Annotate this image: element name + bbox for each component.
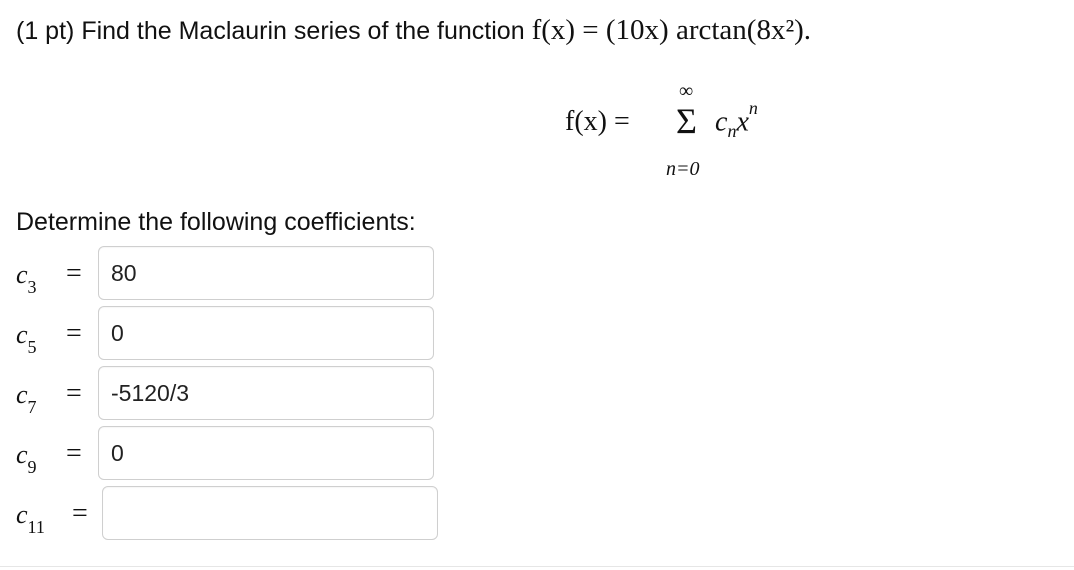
coefficient-label: c9 [16, 440, 37, 478]
summation-symbol: Σ [676, 101, 697, 141]
maclaurin-series-formula: f(x) = ∞ Σ cnxn n=0 [565, 78, 805, 188]
coefficient-row-c5: c5 = [16, 306, 456, 362]
coefficient-input-c3[interactable] [98, 246, 434, 300]
coefficient-label: c11 [16, 500, 45, 538]
coefficient-label: c7 [16, 380, 37, 418]
equals-sign: = [66, 318, 82, 349]
series-term: cnxn [715, 98, 758, 142]
coefficient-row-c11: c11 = [16, 486, 456, 542]
page-divider [0, 566, 1074, 567]
problem-text: Find the Maclaurin series of the functio… [81, 17, 525, 45]
coefficient-name: c [16, 440, 28, 469]
coefficient-name: c [16, 500, 28, 529]
function-expression: f(x) = (10x) arctan(8x²). [531, 14, 812, 46]
coefficient-row-c7: c7 = [16, 366, 456, 422]
equals-sign: = [66, 258, 82, 289]
points-label: (1 pt) [16, 17, 75, 45]
problem-statement: (1 pt) Find the Maclaurin series of the … [16, 14, 811, 47]
coefficient-label: c3 [16, 260, 37, 298]
term-variable: x [736, 106, 749, 138]
coefficient-row-c9: c9 = [16, 426, 456, 482]
coefficient-input-c7[interactable] [98, 366, 434, 420]
coefficient-index: 7 [27, 397, 37, 418]
term-exponent: n [748, 98, 758, 118]
coefficient-index: 11 [27, 517, 45, 538]
coefficient-input-c11[interactable] [102, 486, 438, 540]
equals-sign: = [66, 438, 82, 469]
series-lhs: f(x) = [565, 106, 630, 137]
coefficient-name: c [16, 260, 28, 289]
coefficient-index: 5 [27, 337, 37, 358]
equals-sign: = [72, 498, 88, 529]
coefficient-input-c5[interactable] [98, 306, 434, 360]
series-lower-limit: n=0 [666, 158, 700, 180]
coefficient-name: c [16, 380, 28, 409]
equals-sign: = [66, 378, 82, 409]
coefficient-input-c9[interactable] [98, 426, 434, 480]
coefficient-name: c [16, 320, 28, 349]
coefficient-index: 3 [27, 277, 37, 298]
coefficient-row-c3: c3 = [16, 246, 456, 302]
coefficient-label: c5 [16, 320, 37, 358]
coefficient-index: 9 [27, 457, 37, 478]
instruction-heading: Determine the following coefficients: [16, 208, 416, 236]
term-coefficient: c [715, 106, 728, 138]
